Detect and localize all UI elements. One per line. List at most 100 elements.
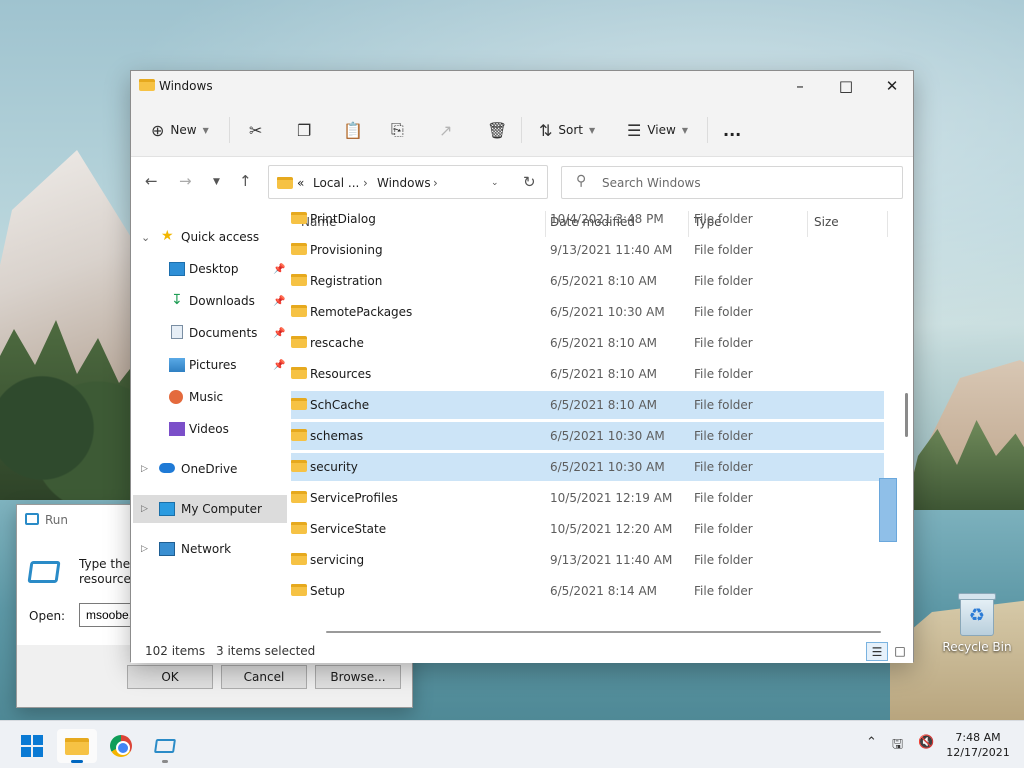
close-button[interactable]: ✕ xyxy=(869,71,915,101)
table-row[interactable]: Registration 6/5/2021 8:10 AM File folder xyxy=(291,267,884,295)
open-label: Open: xyxy=(29,609,66,623)
back-arrow-icon[interactable]: ← xyxy=(145,172,158,190)
pin-icon[interactable]: 📌 xyxy=(273,360,285,371)
running-indicator xyxy=(71,760,83,763)
table-row[interactable]: rescache 6/5/2021 8:10 AM File folder xyxy=(291,329,884,357)
up-arrow-icon[interactable]: ↑ xyxy=(239,172,252,190)
maximize-button[interactable]: □ xyxy=(823,71,869,101)
file-name: Registration xyxy=(310,274,383,288)
speaker-muted-icon[interactable]: 🔇 xyxy=(918,735,934,750)
plus-circle-icon: ⊕ xyxy=(151,120,165,140)
nav-pictures[interactable]: Pictures 📌 xyxy=(131,351,291,379)
table-row[interactable]: security 6/5/2021 10:30 AM File folder xyxy=(291,453,884,481)
file-name: ServiceState xyxy=(310,522,387,536)
file-type: File folder xyxy=(694,429,753,443)
table-row[interactable]: SchCache 6/5/2021 8:10 AM File folder xyxy=(291,391,884,419)
chevron-down-icon: ▼ xyxy=(202,125,209,135)
folder-icon xyxy=(291,584,307,596)
file-date: 9/13/2021 11:40 AM xyxy=(550,553,673,567)
address-bar[interactable]: « Local ... › Windows › ⌄ ↻ xyxy=(268,165,548,199)
nav-downloads[interactable]: ↧ Downloads 📌 xyxy=(131,287,291,315)
windows-logo-icon xyxy=(21,735,43,757)
ok-button[interactable]: OK xyxy=(127,665,213,689)
table-row[interactable]: servicing 9/13/2021 11:40 AM File folder xyxy=(291,546,884,574)
breadcrumb-local[interactable]: Local ... xyxy=(313,176,359,190)
minimize-button[interactable]: – xyxy=(777,71,823,101)
file-list: ˄ Name Date modified Type Size PrintDial… xyxy=(291,207,899,637)
table-row[interactable]: RemotePackages 6/5/2021 10:30 AM File fold… xyxy=(291,298,884,326)
clock[interactable]: 7:48 AM 12/17/2021 xyxy=(940,730,1016,760)
start-button[interactable] xyxy=(12,729,52,763)
file-explorer-icon xyxy=(65,737,89,755)
folder-icon xyxy=(291,305,307,317)
running-indicator xyxy=(162,760,168,763)
run-large-icon xyxy=(27,561,61,583)
paste-button[interactable]: 📋 xyxy=(343,117,363,143)
download-icon: ↧ xyxy=(171,292,183,308)
pin-icon[interactable]: 📌 xyxy=(273,328,285,339)
more-options-button[interactable]: ... xyxy=(723,117,741,143)
nav-my-computer[interactable]: ▷ My Computer xyxy=(133,495,287,523)
nav-onedrive[interactable]: ▷ OneDrive xyxy=(131,455,291,483)
chevron-up-icon[interactable]: ⌃ xyxy=(866,735,877,750)
nav-videos[interactable]: Videos xyxy=(131,415,291,443)
browse-button[interactable]: Browse... xyxy=(315,665,401,689)
folder-icon xyxy=(139,79,155,91)
view-button[interactable]: ☰ View ▼ xyxy=(627,117,688,143)
table-row[interactable]: Setup 6/5/2021 8:14 AM File folder xyxy=(291,577,884,605)
scrollbar-track-indicator[interactable] xyxy=(905,393,908,437)
pin-icon[interactable]: 📌 xyxy=(273,296,285,307)
horizontal-scrollbar[interactable] xyxy=(326,631,881,633)
taskbar-file-explorer[interactable] xyxy=(57,729,97,763)
folder-icon xyxy=(291,336,307,348)
rename-button[interactable]: ⎘ xyxy=(391,117,404,143)
forward-arrow-icon[interactable]: → xyxy=(179,172,192,190)
table-row[interactable]: Provisioning 9/13/2021 11:40 AM File folde… xyxy=(291,236,884,264)
sort-button[interactable]: ⇅ Sort ▼ xyxy=(539,117,595,143)
file-type: File folder xyxy=(694,398,753,412)
table-row[interactable]: PrintDialog 10/4/2021 3:48 PM File folder xyxy=(291,207,884,233)
nav-quick-access[interactable]: ⌄ ★ Quick access xyxy=(131,223,291,251)
new-button[interactable]: ⊕ New ▼ xyxy=(151,117,209,143)
table-row[interactable]: schemas 6/5/2021 10:30 AM File folder xyxy=(291,422,884,450)
explorer-window: Windows – □ ✕ ⊕ New ▼ ✂ ❐ 📋 ⎘ ↗ 🗑 ⇅ Sort… xyxy=(130,70,914,663)
file-type: File folder xyxy=(694,522,753,536)
nav-network[interactable]: ▷ Network xyxy=(131,535,291,563)
cut-button[interactable]: ✂ xyxy=(249,117,262,143)
folder-icon xyxy=(291,429,307,441)
pin-icon[interactable]: 📌 xyxy=(273,264,285,275)
breadcrumb-overflow[interactable]: « xyxy=(297,176,304,190)
table-row[interactable]: ServiceState 10/5/2021 12:20 AM File folde… xyxy=(291,515,884,543)
cancel-button[interactable]: Cancel xyxy=(221,665,307,689)
command-bar: ⊕ New ▼ ✂ ❐ 📋 ⎘ ↗ 🗑 ⇅ Sort ▼ ☰ View ▼ ..… xyxy=(131,101,913,157)
recent-locations-chevron-icon[interactable]: ▼ xyxy=(213,177,220,187)
file-type: File folder xyxy=(694,305,753,319)
details-view-icon[interactable]: ☰ xyxy=(866,642,888,661)
recycle-bin-shortcut[interactable]: ♻ Recycle Bin xyxy=(942,593,1012,654)
taskbar-run[interactable] xyxy=(145,729,185,763)
nav-music[interactable]: Music xyxy=(131,383,291,411)
taskbar-chrome[interactable] xyxy=(101,729,141,763)
delete-button[interactable]: 🗑 xyxy=(487,117,507,143)
address-dropdown-icon[interactable]: ⌄ xyxy=(491,178,499,188)
nav-documents[interactable]: Documents 📌 xyxy=(131,319,291,347)
nav-desktop[interactable]: Desktop 📌 xyxy=(131,255,291,283)
clock-date: 12/17/2021 xyxy=(946,746,1010,759)
file-date: 6/5/2021 8:10 AM xyxy=(550,367,658,381)
refresh-icon[interactable]: ↻ xyxy=(523,173,536,191)
table-row[interactable]: ServiceProfiles 10/5/2021 12:19 AM File fo… xyxy=(291,484,884,512)
scrollbar-thumb[interactable] xyxy=(879,478,897,542)
table-row[interactable]: Resources 6/5/2021 8:10 AM File folder xyxy=(291,360,884,388)
breadcrumb-windows[interactable]: Windows xyxy=(377,176,431,190)
search-box[interactable]: ⚲ Search Windows xyxy=(561,166,903,199)
column-separator xyxy=(887,211,888,237)
chevron-right-icon[interactable]: › xyxy=(433,176,438,190)
view-list-icon: ☰ xyxy=(627,120,642,140)
explorer-title-bar[interactable]: Windows – □ ✕ xyxy=(131,71,913,101)
copy-button[interactable]: ❐ xyxy=(297,117,311,143)
tiles-view-icon[interactable]: □ xyxy=(889,642,911,661)
network-icon[interactable]: 🖫 xyxy=(892,735,903,757)
folder-icon xyxy=(291,243,307,255)
share-button[interactable]: ↗ xyxy=(439,117,452,143)
status-bar: 102 items 3 items selected ☰ □ xyxy=(131,639,913,663)
